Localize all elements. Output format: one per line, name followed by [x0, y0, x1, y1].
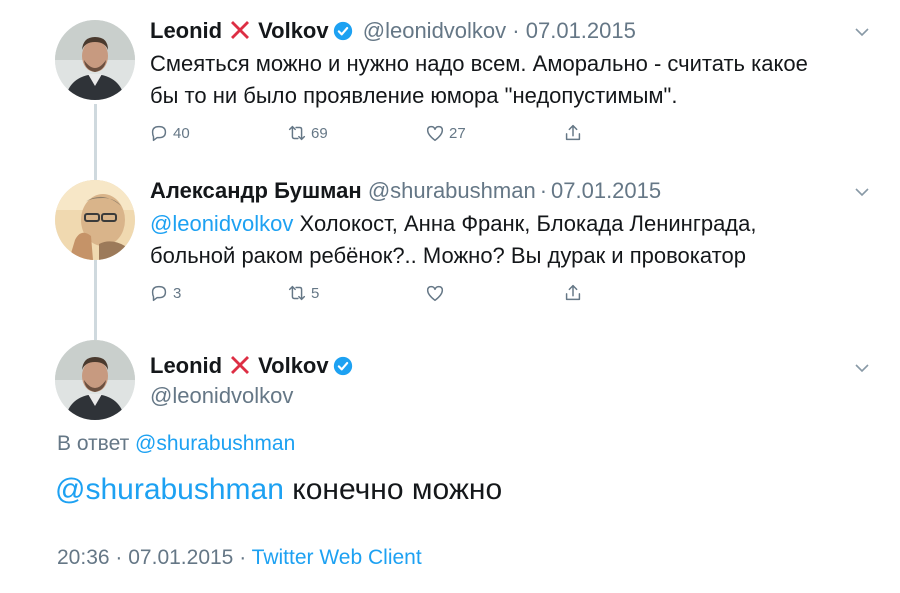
author-name[interactable]: Александр Бушман [150, 178, 362, 203]
mention-link[interactable]: @shurabushman [55, 473, 284, 506]
chevron-down-icon[interactable] [852, 182, 872, 202]
avatar-image [55, 180, 135, 260]
tweet-date[interactable]: 07.01.2015 [128, 546, 233, 569]
tweet-text-line: бы то ни было проявление юмора "недопуст… [150, 83, 678, 108]
chevron-down-icon[interactable] [852, 22, 872, 42]
tweet-actions: 3 5 [148, 282, 588, 306]
tweet-text-line: больной раком ребёнок?.. Можно? Вы дурак… [150, 243, 746, 268]
reply-prefix: В ответ [57, 432, 130, 455]
avatar[interactable] [55, 340, 135, 420]
verified-icon [333, 356, 352, 376]
author-name-first[interactable]: Leonid [150, 353, 222, 378]
author-name-first[interactable]: Leonid [150, 18, 222, 43]
avatar-image [55, 340, 135, 420]
tweet-text-line: @leonidvolkov Холокост, Анна Франк, Блок… [150, 208, 757, 239]
share-icon [565, 124, 581, 141]
main-author-name: Leonid Volkov [150, 353, 357, 379]
mention-link[interactable]: @leonidvolkov [150, 211, 293, 236]
retweet-button[interactable]: 69 [286, 122, 328, 144]
tweet-header: Leonid Volkov @leonidvolkov · 07.01.2015 [150, 18, 636, 44]
heart-icon [426, 285, 444, 302]
retweet-icon [288, 285, 306, 301]
author-handle[interactable]: @leonidvolkov [150, 383, 293, 408]
share-button[interactable] [562, 122, 587, 144]
tweet-time[interactable]: 20:36 [57, 546, 110, 569]
separator: · [115, 546, 123, 569]
tweet-header: Александр Бушман @shurabushman · 07.01.201… [150, 178, 661, 204]
retweet-count: 69 [311, 124, 328, 142]
avatar-image [55, 20, 135, 100]
cross-mark-icon [231, 356, 250, 374]
tweet-text-span: конечно можно [283, 473, 503, 506]
author-name-last[interactable]: Volkov [258, 353, 329, 378]
separator: · [512, 18, 520, 43]
retweet-count: 5 [311, 284, 320, 302]
heart-icon [426, 125, 444, 142]
avatar[interactable] [55, 180, 135, 260]
share-button[interactable] [562, 282, 587, 304]
verified-icon [333, 21, 352, 41]
reply-to-link[interactable]: @shurabushman [135, 432, 295, 455]
like-button[interactable]: 27 [424, 122, 466, 144]
tweet-meta: 20:36 · 07.01.2015 · Twitter Web Client [57, 546, 422, 570]
like-button[interactable] [424, 282, 449, 304]
retweet-icon [288, 125, 306, 141]
retweet-button[interactable]: 5 [286, 282, 319, 304]
avatar[interactable] [55, 20, 135, 100]
author-handle[interactable]: @shurabushman [368, 178, 536, 203]
cross-mark-icon [231, 21, 250, 39]
tweet-text-span: Холокост, Анна Франк, Блокада Ленинграда… [293, 211, 757, 236]
author-name-last[interactable]: Volkov [258, 18, 329, 43]
reply-button[interactable]: 3 [148, 282, 181, 304]
reply-icon [151, 125, 167, 142]
tweet-text-line: Смеяться можно и нужно надо всем. Аморал… [150, 51, 808, 76]
tweet-date[interactable]: 07.01.2015 [526, 18, 636, 43]
reply-count: 3 [173, 284, 182, 302]
reply-icon [151, 285, 167, 302]
reply-context: В ответ @shurabushman [57, 432, 295, 456]
author-handle[interactable]: @leonidvolkov [363, 18, 506, 43]
tweet-date[interactable]: 07.01.2015 [551, 178, 661, 203]
chevron-down-icon[interactable] [852, 358, 872, 378]
reply-count: 40 [173, 124, 190, 142]
separator: · [539, 178, 548, 203]
main-author-handle-row: @leonidvolkov [150, 383, 293, 409]
share-icon [565, 284, 581, 301]
client-link[interactable]: Twitter Web Client [252, 546, 422, 569]
main-tweet-text: @shurabushman конечно можно [55, 472, 502, 508]
reply-button[interactable]: 40 [148, 122, 190, 144]
separator: · [239, 546, 247, 569]
like-count: 27 [449, 124, 466, 142]
tweet-actions: 40 69 27 [148, 122, 588, 146]
